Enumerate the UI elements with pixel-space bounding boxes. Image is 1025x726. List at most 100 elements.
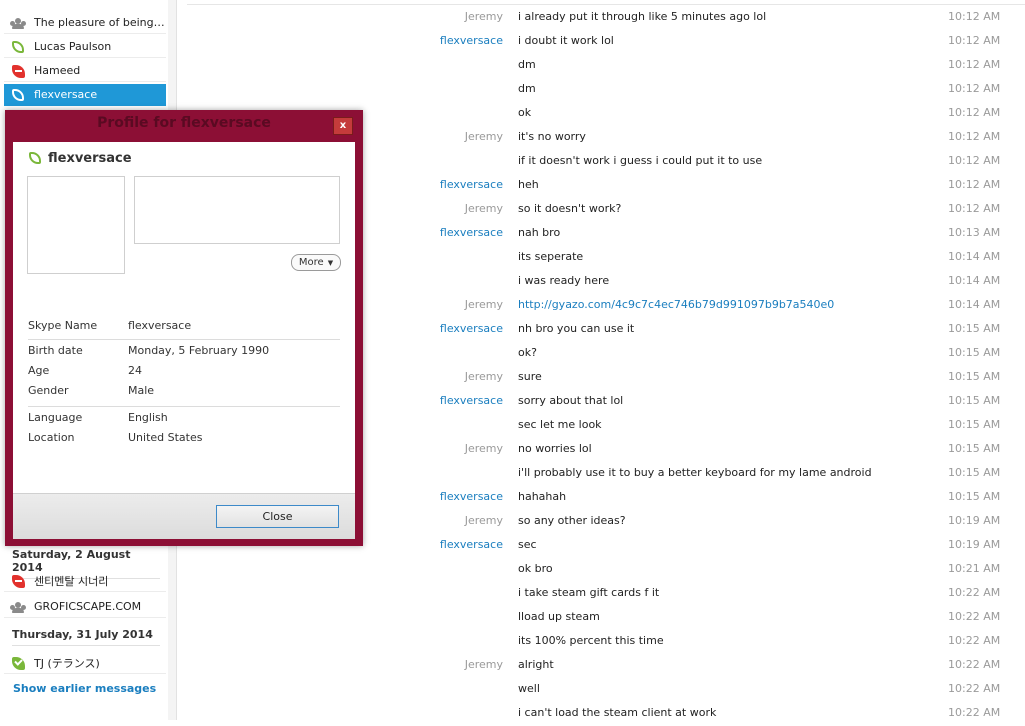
info-label: Birth date: [28, 344, 83, 357]
more-button[interactable]: More ▼: [291, 254, 341, 271]
message-row: dm 10:12 AM: [180, 54, 1025, 78]
contact-item[interactable]: GROFICSCAPE.COM: [4, 596, 166, 618]
message-row: i take steam gift cards f it 10:22 AM: [180, 582, 1025, 606]
message-timestamp: 10:15 AM: [948, 466, 1001, 479]
message-sender[interactable]: flexversace: [440, 490, 503, 503]
info-row-language: Language English: [28, 408, 340, 428]
message-sender[interactable]: Jeremy: [465, 298, 503, 311]
contact-item[interactable]: Hameed: [4, 60, 166, 82]
message-sender[interactable]: flexversace: [440, 394, 503, 407]
message-timestamp: 10:15 AM: [948, 442, 1001, 455]
message-text: ok?: [518, 346, 537, 359]
message-text: its seperate: [518, 250, 584, 263]
do-not-disturb-icon: [10, 63, 26, 79]
message-sender[interactable]: flexversace: [440, 34, 503, 47]
contact-item[interactable]: The pleasure of being cu...: [4, 12, 166, 34]
contact-name: 센티멘탈 시너리: [34, 574, 109, 588]
message-row: flexversace i doubt it work lol 10:12 AM: [180, 30, 1025, 54]
message-text: i take steam gift cards f it: [518, 586, 660, 599]
message-text: i was ready here: [518, 274, 610, 287]
online-status-icon: [27, 150, 43, 166]
message-text: lload up steam: [518, 610, 600, 623]
message-text: sure: [518, 370, 542, 383]
contact-item[interactable]: Lucas Paulson: [4, 36, 166, 58]
info-label: Skype Name: [28, 319, 98, 332]
message-timestamp: 10:22 AM: [948, 610, 1001, 623]
message-timestamp: 10:19 AM: [948, 514, 1001, 527]
message-text: sorry about that lol: [518, 394, 624, 407]
message-text: it's no worry: [518, 130, 586, 143]
avatar: [27, 176, 125, 274]
info-label: Location: [28, 431, 75, 444]
info-label: Age: [28, 364, 50, 377]
message-timestamp: 10:12 AM: [948, 82, 1001, 95]
info-value: United States: [128, 431, 203, 444]
message-text: sec: [518, 538, 537, 551]
chat-top-divider: [187, 4, 1025, 5]
message-sender[interactable]: flexversace: [440, 178, 503, 191]
message-timestamp: 10:13 AM: [948, 226, 1001, 239]
contact-name: Lucas Paulson: [34, 40, 112, 53]
info-value: 24: [128, 364, 142, 377]
more-button-label: More: [298, 257, 324, 268]
show-earlier-messages-link[interactable]: Show earlier messages: [13, 682, 156, 695]
message-timestamp: 10:22 AM: [948, 586, 1001, 599]
message-text: dm: [518, 58, 536, 71]
close-button[interactable]: Close: [216, 505, 339, 528]
message-text: ok bro: [518, 562, 553, 575]
message-sender[interactable]: flexversace: [440, 226, 503, 239]
message-timestamp: 10:12 AM: [948, 130, 1001, 143]
contact-name: GROFICSCAPE.COM: [34, 600, 142, 613]
message-text: i'll probably use it to buy a better key…: [518, 466, 872, 479]
contact-name: flexversace: [34, 88, 98, 101]
contact-name: Hameed: [34, 64, 81, 77]
info-value: English: [128, 411, 168, 424]
message-row: dm 10:12 AM: [180, 78, 1025, 102]
message-text: i can't load the steam client at work: [518, 706, 717, 719]
message-text: heh: [518, 178, 539, 191]
dialog-close-icon[interactable]: x: [333, 117, 353, 135]
info-divider: [28, 339, 340, 340]
message-link[interactable]: http://gyazo.com/4c9c7c4ec746b79d991097b…: [518, 298, 834, 311]
message-sender[interactable]: flexversace: [440, 538, 503, 551]
message-sender[interactable]: Jeremy: [465, 658, 503, 671]
contact-item[interactable]: TJ (テランス): [4, 652, 166, 674]
info-row-location: Location United States: [28, 428, 340, 448]
message-text: ok: [518, 106, 532, 119]
message-timestamp: 10:22 AM: [948, 634, 1001, 647]
info-value: Male: [128, 384, 155, 397]
message-timestamp: 10:22 AM: [948, 658, 1001, 671]
message-text: sec let me look: [518, 418, 602, 431]
message-text: if it doesn't work i guess i could put i…: [518, 154, 763, 167]
contact-item[interactable]: flexversace: [4, 84, 166, 106]
message-timestamp: 10:12 AM: [948, 178, 1001, 191]
message-row: well 10:22 AM: [180, 678, 1025, 702]
message-text: i already put it through like 5 minutes …: [518, 10, 767, 23]
message-sender[interactable]: flexversace: [440, 322, 503, 335]
contact-item[interactable]: 센티멘탈 시너리: [4, 570, 166, 592]
message-timestamp: 10:12 AM: [948, 34, 1001, 47]
message-text: so it doesn't work?: [518, 202, 622, 215]
group-chat-icon: [10, 599, 26, 615]
message-sender[interactable]: Jeremy: [465, 202, 503, 215]
message-timestamp: 10:19 AM: [948, 538, 1001, 551]
message-row: i can't load the steam client at work 10:…: [180, 702, 1025, 726]
profile-body: flexversace More ▼ Skype Name flexversac…: [13, 142, 355, 526]
message-row: Jeremy alright 10:22 AM: [180, 654, 1025, 678]
message-sender[interactable]: Jeremy: [465, 514, 503, 527]
message-sender[interactable]: Jeremy: [465, 10, 503, 23]
message-sender[interactable]: Jeremy: [465, 442, 503, 455]
message-timestamp: 10:15 AM: [948, 490, 1001, 503]
info-row-birth-date: Birth date Monday, 5 February 1990: [28, 341, 340, 361]
message-sender[interactable]: Jeremy: [465, 130, 503, 143]
message-sender[interactable]: Jeremy: [465, 370, 503, 383]
message-text: hahahah: [518, 490, 567, 503]
info-label: Language: [28, 411, 83, 424]
message-timestamp: 10:12 AM: [948, 10, 1001, 23]
info-value: flexversace: [128, 319, 192, 332]
profile-dialog: Profile for flexversace x flexversace Mo…: [5, 110, 363, 546]
message-timestamp: 10:12 AM: [948, 154, 1001, 167]
message-text: nah bro: [518, 226, 561, 239]
message-row: its 100% percent this time 10:22 AM: [180, 630, 1025, 654]
online-status-icon: [10, 39, 26, 55]
